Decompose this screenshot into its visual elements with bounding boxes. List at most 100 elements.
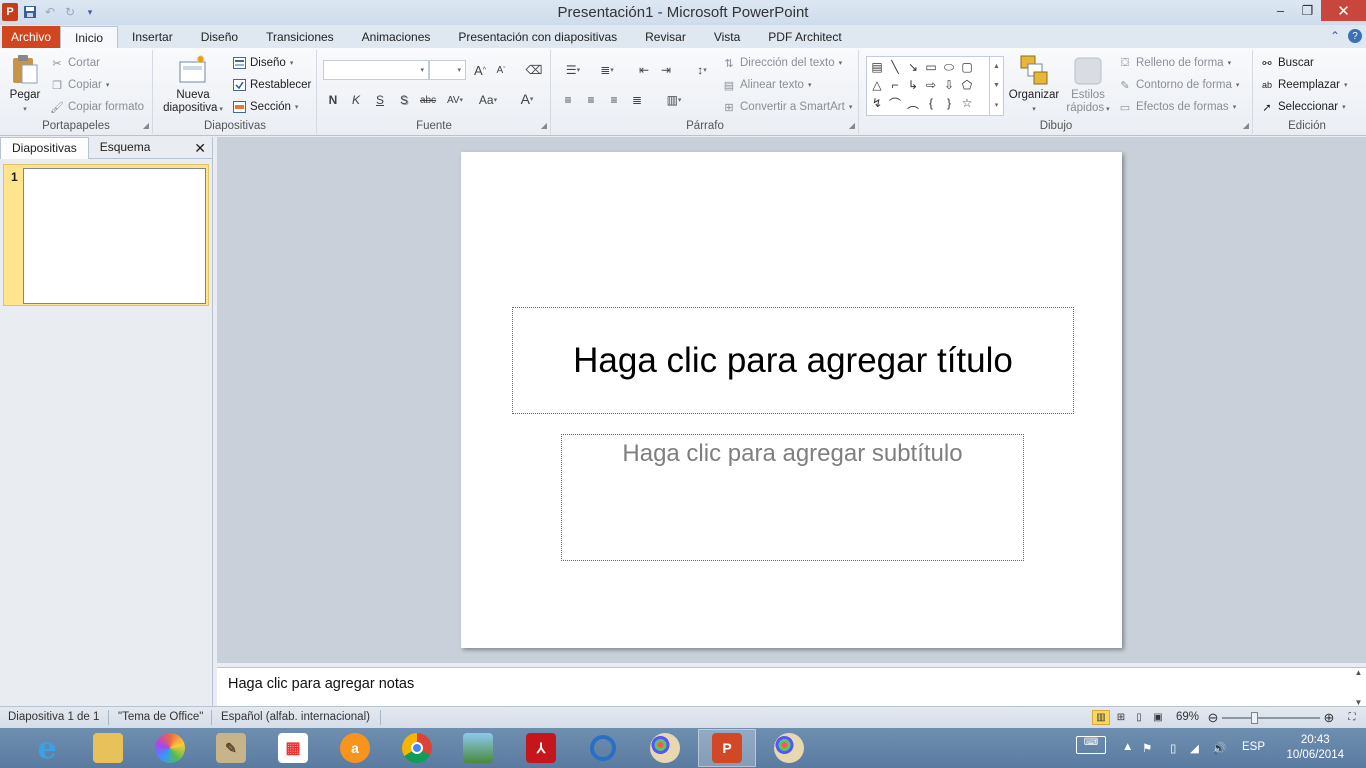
numbering-icon[interactable]: ≣ ▾ bbox=[592, 60, 622, 80]
slide-sorter-view-icon[interactable]: ⊞ bbox=[1112, 710, 1130, 725]
keyboard-icon[interactable]: ⌨ bbox=[1076, 736, 1106, 754]
volume-icon[interactable]: 🔊 bbox=[1212, 741, 1226, 755]
shapes-gallery-scroll[interactable]: ▲ ▼ ▾ bbox=[989, 57, 1003, 115]
slide-canvas[interactable]: Haga clic para agregar título Haga clic … bbox=[461, 152, 1122, 648]
arrow-line-shape-icon[interactable]: ↘ bbox=[904, 58, 922, 76]
tab-slides[interactable]: Diapositivas bbox=[0, 136, 89, 159]
columns-icon[interactable]: ▥ ▾ bbox=[660, 90, 688, 110]
notes-placeholder[interactable]: Haga clic para agregar notas bbox=[228, 676, 414, 692]
text-direction-button[interactable]: ⇅ Dirección del texto ▾ bbox=[722, 53, 842, 73]
slide-thumbnail[interactable] bbox=[23, 168, 206, 304]
paint-2-taskbar-button[interactable] bbox=[760, 729, 818, 767]
normal-view-icon[interactable]: ▥ bbox=[1092, 710, 1110, 725]
minimize-button[interactable]: – bbox=[1267, 0, 1294, 21]
scroll-up-icon[interactable]: ▲ bbox=[1355, 668, 1363, 677]
section-button[interactable]: Sección ▾ bbox=[232, 97, 298, 117]
zoom-in-icon[interactable]: ⊕ bbox=[1320, 710, 1338, 725]
undo-icon[interactable]: ↶ bbox=[42, 4, 58, 20]
action-center-flag-icon[interactable]: ⚑ bbox=[1142, 741, 1152, 755]
powerpoint-logo-icon[interactable]: P bbox=[2, 3, 18, 21]
maximize-button[interactable]: ❐ bbox=[1294, 0, 1321, 21]
underline-button[interactable]: S bbox=[370, 90, 390, 110]
shadow-button[interactable]: S bbox=[394, 90, 414, 110]
apps-grid-taskbar-button[interactable]: ▦ bbox=[264, 729, 322, 767]
gallery-more-icon[interactable]: ▾ bbox=[995, 101, 999, 109]
arrange-button[interactable]: Organizar ▾ bbox=[1006, 52, 1062, 116]
input-language[interactable]: ESP bbox=[1242, 741, 1265, 753]
language-indicator[interactable]: Español (alfab. internacional) bbox=[221, 711, 370, 723]
notes-scrollbar[interactable]: ▲ ▼ bbox=[1351, 668, 1366, 707]
strikethrough-button[interactable]: abc bbox=[418, 90, 438, 110]
drawing-launcher-icon[interactable]: ◢ bbox=[1243, 121, 1249, 130]
tab-transitions[interactable]: Transiciones bbox=[252, 26, 348, 48]
battery-icon[interactable]: ▯ bbox=[1170, 741, 1176, 755]
decrease-indent-icon[interactable]: ⇤ bbox=[634, 60, 654, 80]
tab-view[interactable]: Vista bbox=[700, 26, 754, 48]
bold-button[interactable]: N bbox=[323, 90, 343, 110]
justify-icon[interactable]: ≣ bbox=[627, 90, 647, 110]
character-spacing-button[interactable]: AV ▾ bbox=[442, 90, 468, 110]
zoom-out-icon[interactable]: ⊖ bbox=[1204, 710, 1222, 725]
tab-design[interactable]: Diseño bbox=[187, 26, 252, 48]
font-name-dropdown-icon[interactable]: ▾ bbox=[420, 66, 424, 74]
picasa-taskbar-button[interactable] bbox=[141, 729, 199, 767]
save-icon[interactable] bbox=[22, 4, 38, 20]
paste-button[interactable]: Pegar ▾ bbox=[4, 52, 46, 116]
copy-button[interactable]: ❐ Copiar ▾ bbox=[50, 75, 109, 95]
notes-pane[interactable]: Haga clic para agregar notas ▲ ▼ bbox=[217, 667, 1366, 707]
italic-button[interactable]: K bbox=[346, 90, 366, 110]
powerpoint-taskbar-button[interactable]: P bbox=[698, 729, 756, 767]
chrome-taskbar-button[interactable] bbox=[388, 729, 446, 767]
right-arrow-shape-icon[interactable]: ⇨ bbox=[922, 76, 940, 94]
clear-formatting-icon[interactable]: ⌫ bbox=[524, 60, 544, 80]
minimize-ribbon-icon[interactable]: ⌃ bbox=[1330, 29, 1340, 43]
align-right-icon[interactable]: ≡ bbox=[604, 90, 624, 110]
close-pane-button[interactable]: ✕ bbox=[194, 140, 206, 157]
new-slide-button[interactable]: ✹ Nueva diapositiva ▾ bbox=[160, 52, 226, 116]
theme-name[interactable]: "Tema de Office" bbox=[118, 711, 203, 723]
align-center-icon[interactable]: ≡ bbox=[581, 90, 601, 110]
elbow-connector-shape-icon[interactable]: ⌐ bbox=[886, 76, 904, 94]
change-case-button[interactable]: Aa ▾ bbox=[475, 90, 501, 110]
help-icon[interactable]: ? bbox=[1348, 29, 1362, 43]
rounded-rectangle-shape-icon[interactable]: ▢ bbox=[958, 58, 976, 76]
textbox-shape-icon[interactable]: ▤ bbox=[868, 58, 886, 76]
reset-button[interactable]: Restablecer bbox=[232, 75, 311, 95]
quick-styles-button[interactable]: Estilos rápidos ▾ bbox=[1064, 52, 1112, 116]
arc-shape-icon[interactable]: ︵ bbox=[904, 94, 922, 112]
font-color-button[interactable]: A ▾ bbox=[514, 89, 540, 109]
scroll-up-icon[interactable]: ▲ bbox=[993, 63, 1000, 70]
line-spacing-icon[interactable]: ↕ ▾ bbox=[688, 60, 716, 80]
fit-to-window-icon[interactable]: ⛶ bbox=[1343, 710, 1361, 725]
zoom-slider-thumb[interactable] bbox=[1251, 712, 1258, 724]
photo-viewer-taskbar-button[interactable] bbox=[449, 729, 507, 767]
zoom-slider[interactable] bbox=[1222, 717, 1320, 719]
tab-insert[interactable]: Insertar bbox=[118, 26, 187, 48]
shape-fill-button[interactable]: ⛋ Relleno de forma ▾ bbox=[1118, 53, 1231, 73]
oval-shape-icon[interactable]: ⬭ bbox=[940, 58, 958, 76]
close-button[interactable]: ✕ bbox=[1321, 0, 1366, 21]
scroll-down-icon[interactable]: ▼ bbox=[993, 82, 1000, 89]
tab-home[interactable]: Inicio bbox=[60, 26, 119, 48]
tab-pdf-architect[interactable]: PDF Architect bbox=[754, 26, 855, 48]
shape-outline-button[interactable]: ✎ Contorno de forma ▾ bbox=[1118, 75, 1239, 95]
curve-shape-icon[interactable]: ⌒ bbox=[886, 94, 904, 112]
redo-icon[interactable]: ↻ bbox=[62, 4, 78, 20]
clock[interactable]: 20:43 10/06/2014 bbox=[1286, 733, 1344, 763]
font-launcher-icon[interactable]: ◢ bbox=[541, 121, 547, 130]
increase-indent-icon[interactable]: ⇥ bbox=[656, 60, 676, 80]
paragraph-launcher-icon[interactable]: ◢ bbox=[849, 121, 855, 130]
bullets-icon[interactable]: ☰ ▾ bbox=[558, 60, 588, 80]
tab-animations[interactable]: Animaciones bbox=[348, 26, 445, 48]
font-size-dropdown-icon[interactable]: ▾ bbox=[457, 66, 461, 74]
shrink-font-button[interactable]: Aˇ bbox=[491, 60, 511, 80]
convert-smartart-button[interactable]: ⊞ Convertir a SmartArt ▾ bbox=[722, 97, 852, 117]
triangle-shape-icon[interactable]: △ bbox=[868, 76, 886, 94]
shape-effects-button[interactable]: ▭ Efectos de formas ▾ bbox=[1118, 97, 1236, 117]
right-brace-shape-icon[interactable]: } bbox=[940, 94, 958, 112]
shapes-gallery[interactable]: ▤ ╲ ↘ ▭ ⬭ ▢ △ ⌐ ↳ ⇨ ⇩ ⬠ ↯ ⌒ ︵ { } ☆ ▲ ▼ … bbox=[866, 56, 1004, 116]
down-arrow-shape-icon[interactable]: ⇩ bbox=[940, 76, 958, 94]
tab-review[interactable]: Revisar bbox=[631, 26, 700, 48]
title-placeholder[interactable]: Haga clic para agregar título bbox=[512, 307, 1074, 414]
circle-app-taskbar-button[interactable] bbox=[574, 729, 632, 767]
